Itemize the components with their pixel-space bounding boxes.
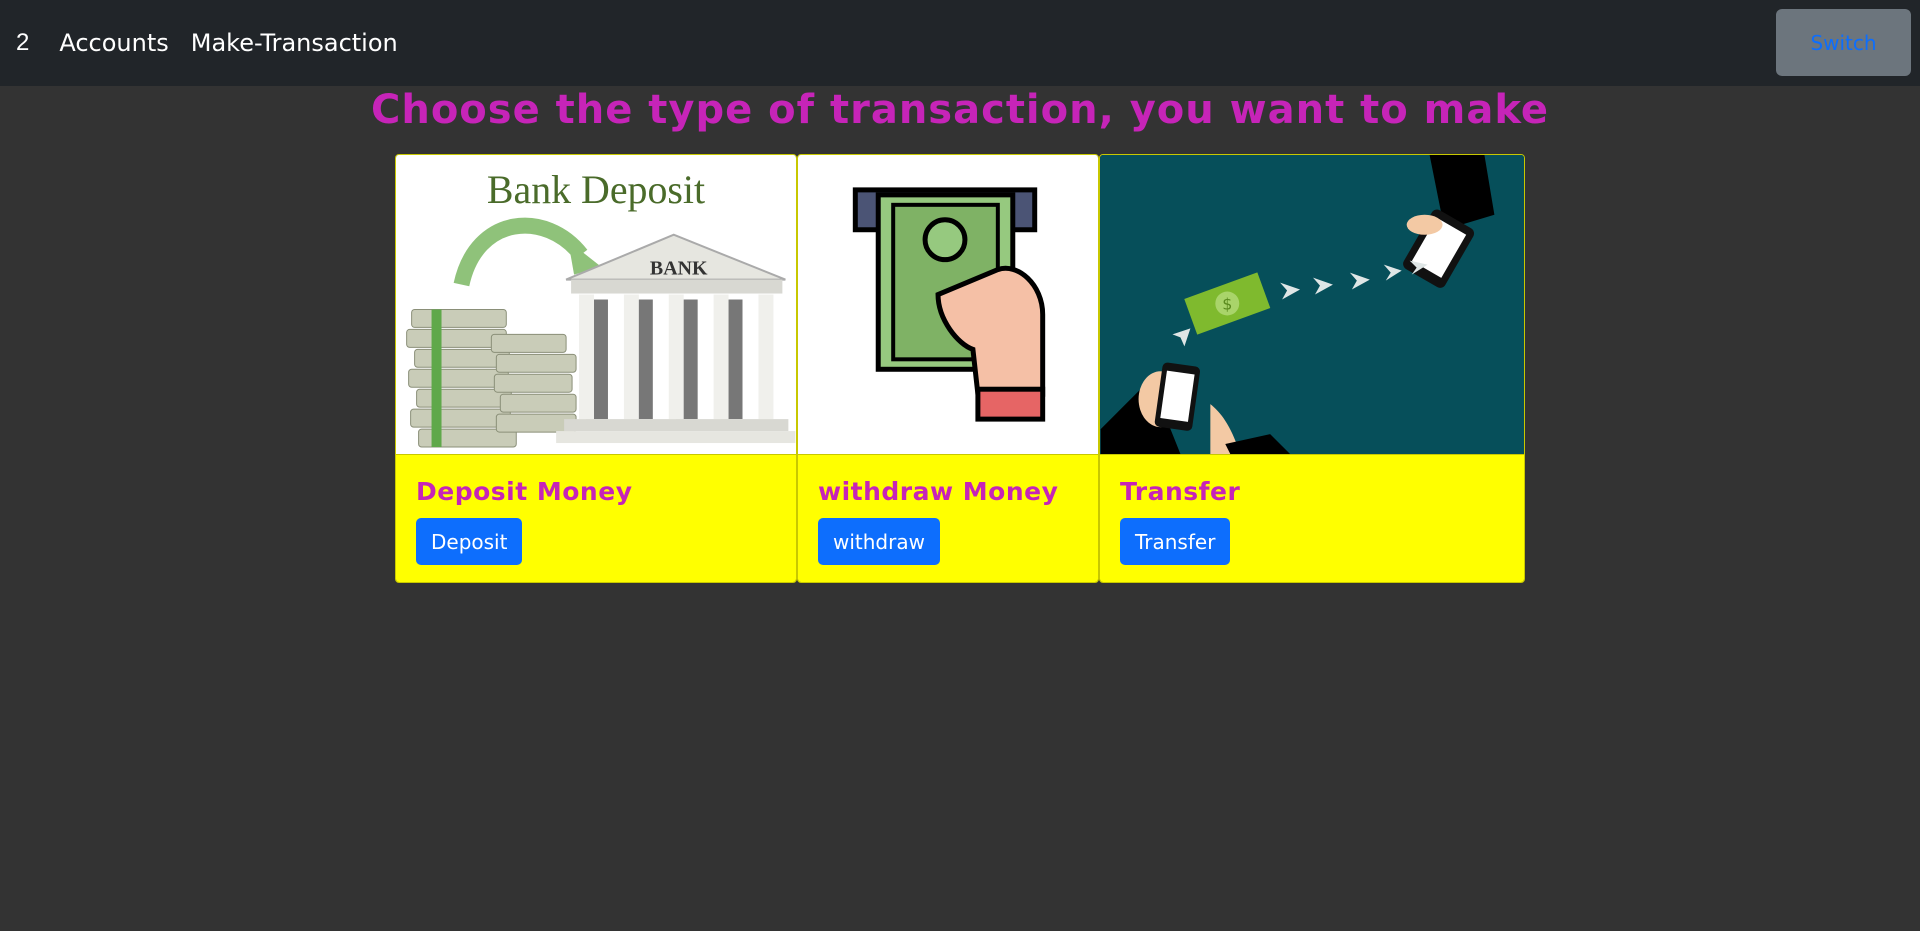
bank-image-label: BANK <box>650 258 708 280</box>
atm-withdraw-illustration <box>798 155 1098 454</box>
switch-button[interactable]: Switch <box>1776 9 1911 76</box>
withdraw-card-body: withdraw Money withdraw <box>798 455 1098 582</box>
withdraw-button[interactable]: withdraw <box>818 518 940 565</box>
bank-deposit-illustration: Bank Deposit BANK <box>396 155 796 454</box>
svg-text:$: $ <box>1222 294 1232 313</box>
deposit-card-body: Deposit Money Deposit <box>396 455 796 582</box>
deposit-button[interactable]: Deposit <box>416 518 523 565</box>
transfer-card: $ Transfer Transfer <box>1099 154 1525 583</box>
bank-deposit-image: Bank Deposit BANK <box>396 155 796 455</box>
nav-link-make-transaction[interactable]: Make-Transaction <box>191 29 398 57</box>
transaction-cards: Bank Deposit BANK Deposit Money Deposit … <box>395 154 1525 583</box>
withdraw-card: withdraw Money withdraw <box>797 154 1099 583</box>
transfer-card-title: Transfer <box>1120 477 1241 506</box>
transfer-button[interactable]: Transfer <box>1120 518 1231 565</box>
withdraw-image <box>798 155 1098 455</box>
mobile-transfer-illustration: $ <box>1100 155 1524 454</box>
bank-deposit-image-title: Bank Deposit <box>487 167 705 212</box>
nav-brand[interactable]: 2 <box>16 29 29 57</box>
transfer-image: $ <box>1100 155 1524 455</box>
navbar: 2 Accounts Make-Transaction Switch <box>0 0 1920 86</box>
deposit-card: Bank Deposit BANK Deposit Money Deposit <box>395 154 797 583</box>
nav-link-accounts[interactable]: Accounts <box>59 29 168 57</box>
page-title: Choose the type of transaction, you want… <box>370 87 1550 133</box>
transfer-card-body: Transfer Transfer <box>1100 455 1524 582</box>
withdraw-card-title: withdraw Money <box>818 477 1059 506</box>
deposit-card-title: Deposit Money <box>416 477 633 506</box>
